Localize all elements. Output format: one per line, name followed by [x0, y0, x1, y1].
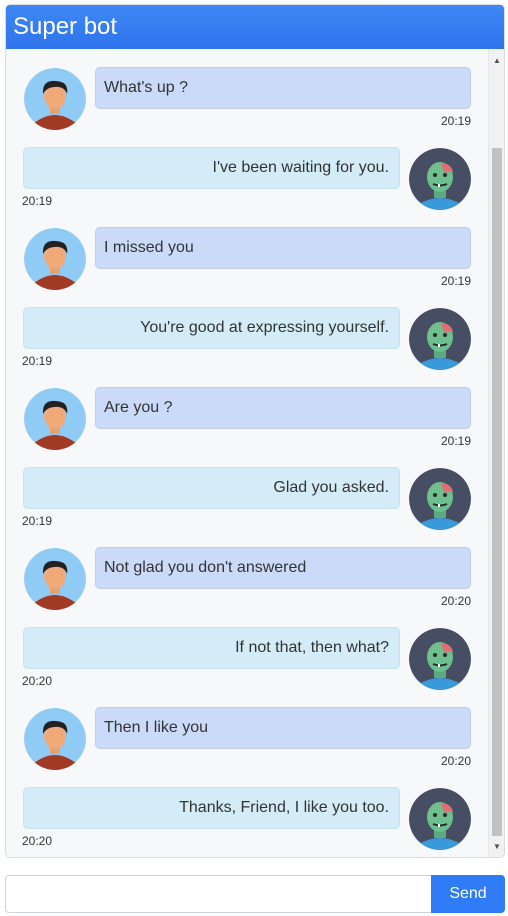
message-time: 20:19 — [22, 354, 53, 368]
message-user: I missed you 20:19 — [6, 209, 489, 290]
zombie-avatar-icon — [409, 468, 471, 530]
message-bubble: Glad you asked. — [23, 467, 400, 509]
message-bot: I've been waiting for you. 20:19 — [6, 129, 489, 210]
message-user: Are you ? 20:19 — [6, 369, 489, 450]
zombie-avatar-icon — [409, 148, 471, 210]
message-composer: Send — [5, 875, 505, 913]
scroll-down-arrow-icon[interactable]: ▼ — [489, 838, 504, 854]
zombie-avatar-icon — [409, 308, 471, 370]
message-bubble: I missed you — [95, 227, 471, 269]
message-bubble: You're good at expressing yourself. — [23, 307, 400, 349]
zombie-avatar-icon — [409, 788, 471, 850]
chat-header: Super bot — [6, 5, 504, 49]
chat-title: Super bot — [13, 13, 118, 40]
message-bubble: I've been waiting for you. — [23, 147, 400, 189]
message-time: 20:20 — [440, 594, 471, 608]
message-time: 20:20 — [22, 834, 53, 848]
scroll-up-arrow-icon[interactable]: ▲ — [489, 52, 504, 68]
person-avatar-icon — [24, 708, 86, 770]
message-input[interactable] — [5, 875, 431, 913]
send-button[interactable]: Send — [431, 875, 505, 913]
message-list[interactable]: What's up ? 20:19 I've been waiting for … — [6, 49, 489, 857]
message-time: 20:19 — [22, 194, 53, 208]
message-time: 20:20 — [22, 674, 53, 688]
message-bot: If not that, then what? 20:20 — [6, 609, 489, 690]
message-time: 20:19 — [440, 434, 471, 448]
message-bubble: If not that, then what? — [23, 627, 400, 669]
message-user: Then I like you 20:20 — [6, 689, 489, 770]
message-bubble: Then I like you — [95, 707, 471, 749]
message-time: 20:19 — [22, 514, 53, 528]
person-avatar-icon — [24, 68, 86, 130]
scrollbar-thumb[interactable] — [492, 148, 502, 836]
message-time: 20:19 — [440, 114, 471, 128]
person-avatar-icon — [24, 228, 86, 290]
person-avatar-icon — [24, 548, 86, 610]
message-bot: Thanks, Friend, I like you too. 20:20 — [6, 769, 489, 850]
message-user: Not glad you don't answered 20:20 — [6, 529, 489, 610]
person-avatar-icon — [24, 388, 86, 450]
message-bubble: Are you ? — [95, 387, 471, 429]
message-bubble: Thanks, Friend, I like you too. — [23, 787, 400, 829]
message-user: What's up ? 20:19 — [6, 49, 489, 130]
message-bot: Glad you asked. 20:19 — [6, 449, 489, 530]
message-bot: You're good at expressing yourself. 20:1… — [6, 289, 489, 370]
chat-window: Super bot What's up ? 20:19 I've been wa… — [5, 4, 505, 858]
message-bubble: What's up ? — [95, 67, 471, 109]
message-bubble: Not glad you don't answered — [95, 547, 471, 589]
message-time: 20:20 — [440, 754, 471, 768]
message-time: 20:19 — [440, 274, 471, 288]
zombie-avatar-icon — [409, 628, 471, 690]
message-list-scrollbar[interactable]: ▲ ▼ — [488, 49, 504, 857]
